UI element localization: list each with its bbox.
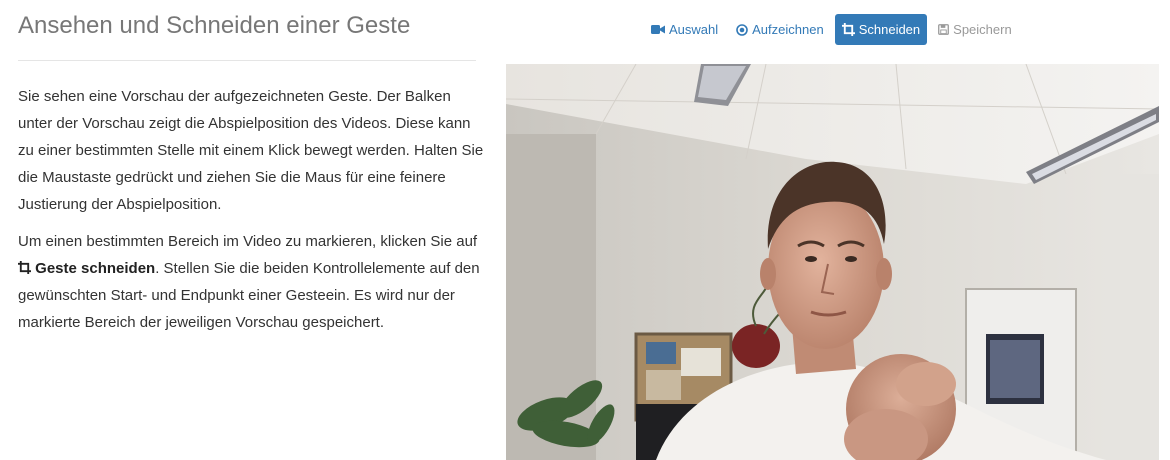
- video-preview[interactable]: [506, 64, 1159, 460]
- instructions-paragraph-2: Um einen bestimmten Bereich im Video zu …: [18, 228, 488, 336]
- save-button[interactable]: Speichern: [931, 14, 1019, 45]
- save-button-label: Speichern: [953, 22, 1012, 37]
- instructions-paragraph-1: Sie sehen eine Vorschau der aufgezeichne…: [18, 88, 484, 213]
- selection-button-label: Auswahl: [669, 22, 719, 37]
- title-divider: [18, 60, 476, 61]
- cut-button-label: Schneiden: [858, 22, 921, 37]
- video-frame-image: [506, 64, 1159, 460]
- selection-button[interactable]: Auswahl: [644, 14, 725, 45]
- instructions-paragraph-2-lead: Um einen bestimmten Bereich im Video zu …: [18, 233, 478, 250]
- crop-icon: [841, 23, 855, 36]
- cut-button[interactable]: Schneiden: [834, 14, 928, 45]
- record-button[interactable]: Aufzeichnen: [729, 14, 831, 45]
- cut-gesture-reference: Geste schneiden: [35, 260, 156, 277]
- crop-icon: [18, 260, 31, 277]
- record-button-label: Aufzeichnen: [752, 22, 824, 37]
- page-title: Ansehen und Schneiden einer Geste: [18, 12, 411, 39]
- save-icon: [938, 24, 950, 35]
- record-icon: [736, 23, 748, 36]
- instructions-panel: Sie sehen eine Vorschau der aufgezeichne…: [18, 83, 488, 346]
- video-camera-icon: [651, 24, 665, 35]
- toolbar: Auswahl Aufzeichnen Schneiden Speichern: [644, 14, 1023, 45]
